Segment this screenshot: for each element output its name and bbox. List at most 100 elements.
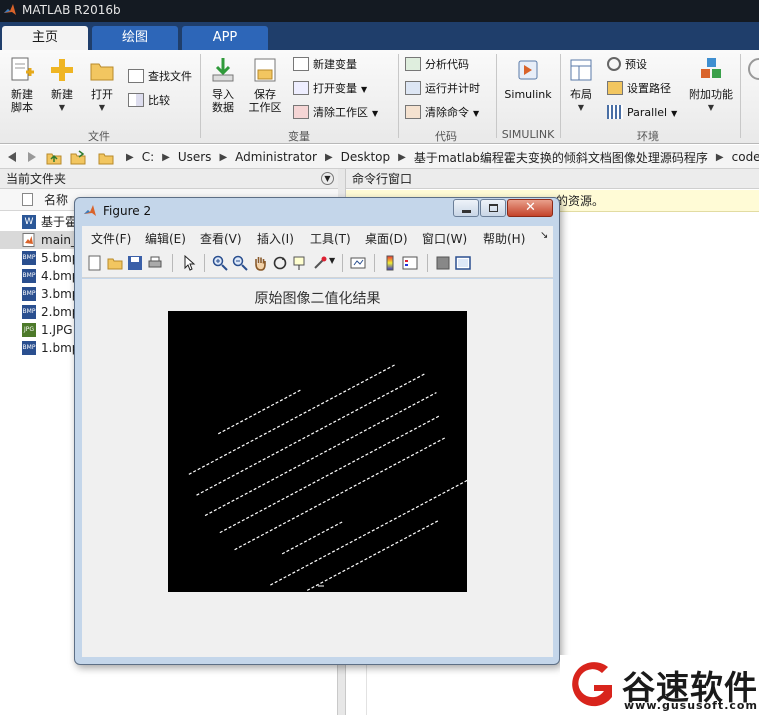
save-workspace-button[interactable]: 保存 工作区 xyxy=(245,56,285,114)
clear-commands-label: 清除命令 xyxy=(425,106,469,119)
new-script-icon xyxy=(11,57,34,81)
title-bar: MATLAB R2016b xyxy=(0,0,759,22)
figure-title: Figure 2 xyxy=(103,204,152,218)
breadcrumb-item[interactable]: Users xyxy=(178,150,212,164)
open-file-icon[interactable] xyxy=(107,255,123,271)
analyze-code-button[interactable]: 分析代码 xyxy=(405,56,469,74)
ribbon-toolstrip: 新建 脚本 新建 ▼ 打开 ▼ 查找文件 比较 文件 导入 数据 保存 工作区 xyxy=(0,50,759,144)
layout-button[interactable]: 布局 ▼ xyxy=(564,56,598,114)
rotate-3d-icon[interactable] xyxy=(272,255,288,271)
command-window-title: 命令行窗口 xyxy=(352,172,413,186)
file-group-label: 文件 xyxy=(88,130,110,143)
simulink-label: Simulink xyxy=(504,88,552,101)
panel-actions-chevron-icon[interactable]: ▼ xyxy=(321,172,334,185)
toolbar-separator xyxy=(204,254,205,272)
simulink-group-label: SIMULINK xyxy=(501,128,555,141)
brush-icon[interactable] xyxy=(312,255,328,271)
zoom-out-icon[interactable] xyxy=(232,255,248,271)
open-variable-button[interactable]: 打开变量 ▼ xyxy=(293,80,367,98)
breadcrumb-item[interactable]: Administrator xyxy=(235,150,317,164)
print-icon[interactable] xyxy=(147,255,163,271)
command-window-header: 命令行窗口 xyxy=(346,169,759,189)
open-dropdown-arrow-icon: ▼ xyxy=(98,103,106,112)
run-and-time-button[interactable]: 运行并计时 xyxy=(405,80,480,98)
new-button[interactable]: 新建 ▼ xyxy=(44,56,80,114)
matlab-logo-icon xyxy=(84,205,96,216)
browse-folder-icon[interactable] xyxy=(70,149,86,165)
close-button[interactable]: ✕ xyxy=(507,199,553,217)
compare-button[interactable]: 比较 xyxy=(128,92,170,110)
menu-file[interactable]: 文件(F) xyxy=(91,230,131,247)
import-data-icon xyxy=(212,58,234,82)
menu-tools[interactable]: 工具(T) xyxy=(310,230,351,247)
menu-insert[interactable]: 插入(I) xyxy=(257,230,294,247)
ribbon-tab-bar: 主页 绘图 APP xyxy=(0,22,759,50)
tab-home[interactable]: 主页 xyxy=(2,26,88,50)
show-plot-tools-icon[interactable] xyxy=(455,255,471,271)
new-figure-icon[interactable] xyxy=(87,255,103,271)
toolbar-separator xyxy=(342,254,343,272)
breadcrumb-separator-icon: ▶ xyxy=(126,151,134,163)
link-plot-icon[interactable] xyxy=(350,255,366,271)
menu-edit[interactable]: 编辑(E) xyxy=(145,230,186,247)
current-folder-header: 当前文件夹 ▼ xyxy=(0,169,338,189)
ribbon-separator xyxy=(496,54,497,138)
set-path-button[interactable]: 设置路径 xyxy=(607,80,671,98)
ribbon-separator xyxy=(200,54,201,138)
open-button[interactable]: 打开 ▼ xyxy=(84,56,120,114)
hide-plot-tools-icon[interactable] xyxy=(435,255,451,271)
breadcrumb-item[interactable]: code xyxy=(732,150,759,164)
find-files-button[interactable]: 查找文件 xyxy=(128,68,192,86)
import-data-button[interactable]: 导入 数据 xyxy=(205,56,241,114)
save-icon[interactable] xyxy=(127,255,143,271)
menu-help[interactable]: 帮助(H) xyxy=(483,230,525,247)
brush-dropdown-icon[interactable]: ▼ xyxy=(329,256,335,265)
breadcrumb-item[interactable]: C: xyxy=(142,150,154,164)
pointer-arrow-icon[interactable] xyxy=(181,255,197,271)
maximize-icon xyxy=(489,204,498,212)
toolbar-separator xyxy=(172,254,173,272)
colorbar-icon[interactable] xyxy=(382,255,398,271)
forward-arrow-icon[interactable] xyxy=(24,149,40,165)
open-variable-dropdown-icon: ▼ xyxy=(361,85,368,94)
menu-overflow-icon[interactable]: ↘ xyxy=(540,230,548,241)
minimize-button[interactable] xyxy=(453,199,479,217)
menu-desktop[interactable]: 桌面(D) xyxy=(365,230,408,247)
code-group-label: 代码 xyxy=(435,130,457,143)
ribbon-separator xyxy=(740,54,741,138)
gususoft-logo-icon xyxy=(572,662,612,707)
run-and-time-label: 运行并计时 xyxy=(425,82,480,95)
parallel-button[interactable]: Parallel ▼ xyxy=(607,104,677,122)
figure-menu-bar: 文件(F) 编辑(E) 查看(V) 插入(I) 工具(T) 桌面(D) 窗口(W… xyxy=(82,226,553,248)
community-icon[interactable] xyxy=(748,58,759,80)
breadcrumb-item[interactable]: 基于matlab编程霍夫变换的倾斜文档图像处理源码程序 xyxy=(414,149,708,166)
simulink-button[interactable]: Simulink xyxy=(500,56,556,101)
legend-icon[interactable] xyxy=(402,255,418,271)
clear-commands-button[interactable]: 清除命令 ▼ xyxy=(405,104,479,122)
menu-window[interactable]: 窗口(W) xyxy=(422,230,467,247)
up-folder-icon[interactable] xyxy=(46,149,62,165)
clear-workspace-button[interactable]: 清除工作区 ▼ xyxy=(293,104,378,122)
menu-view[interactable]: 查看(V) xyxy=(200,230,242,247)
clear-workspace-label: 清除工作区 xyxy=(313,106,368,119)
breadcrumb-separator-icon: ▶ xyxy=(324,151,333,163)
addons-button[interactable]: 附加功能 ▼ xyxy=(686,56,736,114)
breadcrumb-item[interactable]: Desktop xyxy=(341,150,391,164)
pan-hand-icon[interactable] xyxy=(252,255,268,271)
clear-workspace-icon xyxy=(293,105,309,119)
new-script-button[interactable]: 新建 脚本 xyxy=(4,56,40,114)
maximize-button[interactable] xyxy=(480,199,506,217)
new-label: 新建 xyxy=(51,88,73,101)
preferences-button[interactable]: 预设 xyxy=(607,56,647,74)
new-variable-button[interactable]: 新建变量 xyxy=(293,56,357,74)
tab-apps[interactable]: APP xyxy=(182,26,268,50)
file-name: 基于霍 xyxy=(41,215,78,229)
tab-plots[interactable]: 绘图 xyxy=(92,26,178,50)
gususoft-watermark: 谷速软件 www.gususoft.com xyxy=(560,655,759,715)
compare-icon xyxy=(128,93,144,107)
data-cursor-icon[interactable] xyxy=(292,255,308,271)
zoom-in-icon[interactable] xyxy=(212,255,228,271)
back-arrow-icon[interactable] xyxy=(4,149,20,165)
new-dropdown-arrow-icon: ▼ xyxy=(58,103,66,112)
parallel-label: Parallel xyxy=(627,106,668,119)
